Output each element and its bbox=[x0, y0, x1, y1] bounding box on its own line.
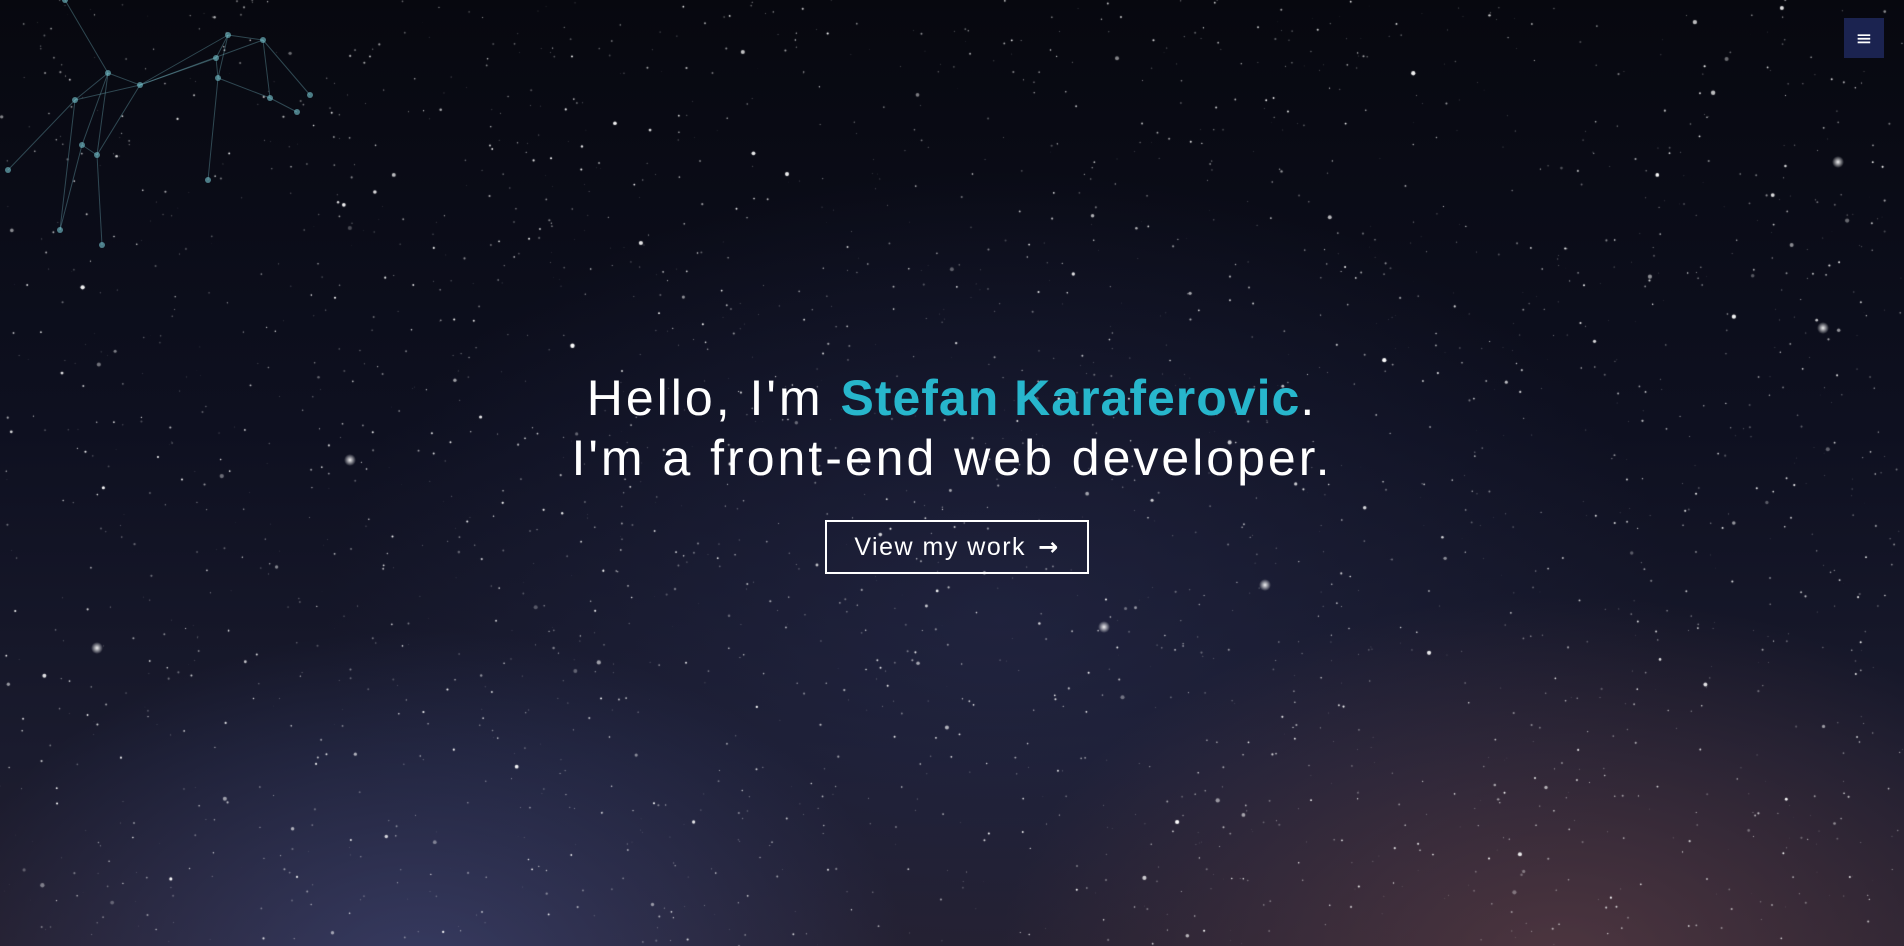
network-link bbox=[217, 77, 271, 99]
constellation-network-decoration bbox=[5, 0, 313, 248]
network-node bbox=[137, 82, 143, 88]
network-node bbox=[294, 109, 300, 115]
network-link bbox=[207, 77, 219, 181]
hamburger-menu-icon: ≡ bbox=[1855, 26, 1873, 50]
view-my-work-button[interactable]: View my work → bbox=[825, 520, 1089, 574]
network-link bbox=[96, 84, 141, 156]
hero-headline: Hello, I'm Stefan Karaferovic. I'm a fro… bbox=[0, 368, 1904, 488]
greeting-period: . bbox=[1300, 370, 1318, 426]
network-node bbox=[94, 152, 100, 158]
network-link bbox=[139, 57, 217, 86]
network-link bbox=[217, 34, 229, 79]
network-link bbox=[269, 97, 298, 113]
network-node bbox=[215, 75, 221, 81]
network-node bbox=[72, 97, 78, 103]
network-node bbox=[99, 242, 105, 248]
view-my-work-label: View my work bbox=[854, 532, 1027, 561]
network-link bbox=[59, 99, 76, 231]
network-link bbox=[7, 99, 76, 171]
network-node bbox=[260, 37, 266, 43]
network-node bbox=[225, 32, 231, 38]
hero-section: ≡ Hello, I'm Stefan Karaferovic. I'm a f… bbox=[0, 0, 1904, 946]
network-node bbox=[57, 227, 63, 233]
network-link bbox=[59, 144, 83, 231]
network-node bbox=[307, 92, 313, 98]
network-link bbox=[262, 39, 311, 96]
network-link bbox=[96, 72, 109, 156]
network-link bbox=[262, 39, 271, 99]
network-link bbox=[215, 57, 219, 79]
network-link bbox=[64, 0, 109, 74]
network-node bbox=[79, 142, 85, 148]
network-link bbox=[227, 34, 264, 41]
network-node bbox=[267, 95, 273, 101]
greeting-text: Hello, I'm bbox=[586, 370, 841, 426]
arrow-right-icon: → bbox=[1038, 533, 1060, 561]
developer-name: Stefan Karaferovic bbox=[840, 370, 1301, 426]
menu-button[interactable]: ≡ bbox=[1844, 18, 1884, 58]
network-node bbox=[205, 177, 211, 183]
network-node bbox=[105, 70, 111, 76]
network-node bbox=[213, 55, 219, 61]
network-node bbox=[5, 167, 11, 173]
network-link bbox=[107, 72, 141, 86]
network-link bbox=[96, 154, 103, 246]
network-node bbox=[62, 0, 68, 3]
tagline-text: I'm a front-end web developer. bbox=[571, 430, 1333, 486]
